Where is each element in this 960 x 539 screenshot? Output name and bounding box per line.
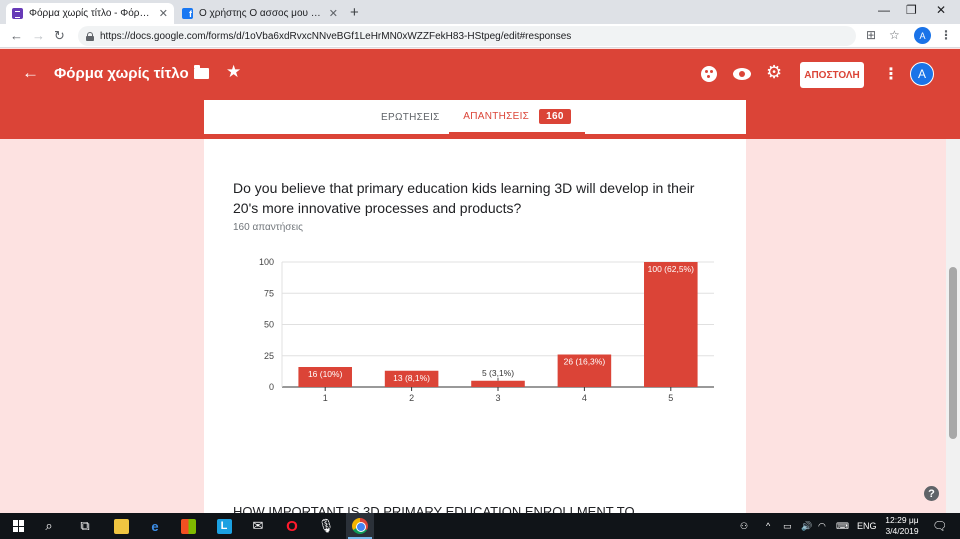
close-icon[interactable]: ✕	[329, 7, 338, 20]
form-title[interactable]: Φόρμα χωρίς τίτλο	[54, 65, 189, 82]
response-summary-card: Do you believe that primary education ki…	[204, 139, 746, 513]
browser-tab-facebook[interactable]: f Ο χρήστης Ο ασσος μου ♠ σάς έ ✕	[176, 3, 344, 24]
bar	[644, 262, 698, 387]
clock[interactable]: 12:29 μμ 3/4/2019	[880, 515, 924, 537]
arrow-back-icon[interactable]: ←	[22, 63, 39, 83]
google-forms-icon	[12, 8, 23, 19]
tab-responses-label: ΑΠΑΝΤΗΣΕΙΣ	[463, 110, 530, 122]
new-tab-button[interactable]: +	[350, 4, 359, 21]
battery-icon[interactable]: ▭	[783, 513, 792, 539]
bar	[471, 380, 525, 387]
close-icon[interactable]: ✕	[159, 7, 168, 20]
bookmark-star-icon[interactable]: ☆	[889, 28, 900, 42]
lock-icon	[86, 31, 94, 41]
scrollbar-thumb[interactable]	[949, 267, 957, 439]
x-tick-label: 4	[582, 393, 587, 403]
y-tick-label: 100	[259, 257, 274, 267]
taskbar-store[interactable]	[177, 513, 199, 539]
tab-responses[interactable]: ΑΠΑΝΤΗΣΕΙΣ 160	[449, 100, 585, 134]
url-text: https://docs.google.com/forms/d/1oVba6xd…	[100, 30, 572, 42]
palette-icon[interactable]	[701, 66, 717, 82]
tab-questions-label: ΕΡΩΤΗΣΕΙΣ	[381, 111, 440, 123]
language-indicator[interactable]: ENG	[857, 513, 877, 539]
answers-count: 160 απαντήσεις	[233, 222, 303, 233]
tab-questions[interactable]: ΕΡΩΤΗΣΕΙΣ	[381, 100, 440, 134]
start-button[interactable]	[8, 513, 30, 539]
browser-tab-label: Φόρμα χωρίς τίτλο - Φόρμες Go	[29, 8, 153, 19]
store-icon	[180, 518, 196, 534]
x-tick-label: 3	[495, 393, 500, 403]
search-button[interactable]: ⌕	[38, 513, 60, 539]
preview-eye-icon[interactable]	[733, 68, 751, 80]
back-icon[interactable]: ←	[10, 28, 23, 43]
browser-toolbar: ← → ↻ https://docs.google.com/forms/d/1o…	[0, 24, 960, 48]
clock-time: 12:29 μμ	[885, 515, 919, 525]
translate-icon[interactable]: ⊞	[866, 28, 876, 42]
folder-icon[interactable]	[194, 65, 209, 79]
minimize-icon[interactable]: —	[878, 3, 890, 17]
taskbar-chrome[interactable]	[346, 513, 374, 539]
wifi-icon[interactable]: ◠	[818, 513, 826, 539]
search-icon: ⌕	[45, 518, 53, 533]
close-window-icon[interactable]: ✕	[936, 3, 946, 17]
microphone-icon: 🎙	[317, 518, 335, 533]
keyboard-icon[interactable]: ⌨	[836, 513, 849, 539]
volume-icon[interactable]: 🔊	[801, 513, 812, 539]
forms-tabs: ΕΡΩΤΗΣΕΙΣ ΑΠΑΝΤΗΣΕΙΣ 160	[204, 100, 746, 134]
task-view-icon: ⧉	[80, 518, 90, 533]
restore-icon[interactable]: ❐	[906, 3, 917, 17]
x-tick-label: 2	[409, 393, 414, 403]
notifications-icon[interactable]: 🗨	[932, 513, 947, 539]
address-bar[interactable]: https://docs.google.com/forms/d/1oVba6xd…	[78, 26, 856, 46]
taskbar-file-explorer[interactable]	[110, 513, 132, 539]
page-scrollbar[interactable]	[946, 139, 960, 513]
browser-menu-icon[interactable]: ⋮	[940, 28, 952, 42]
taskbar-edge[interactable]: e	[144, 513, 166, 539]
response-count-badge: 160	[539, 108, 571, 124]
bar-chart: 0255075100 16 (10%) 13 (8,1%) 5 (3,1%)26 (…	[259, 257, 714, 403]
x-tick-label: 5	[668, 393, 673, 403]
people-icon[interactable]: ⚇	[740, 513, 748, 539]
help-icon[interactable]: ?	[924, 486, 939, 501]
data-label: 26 (16,3%)	[564, 357, 606, 367]
chevron-up-icon[interactable]: ^	[766, 513, 770, 539]
avatar[interactable]: A	[910, 62, 934, 86]
taskbar-opera[interactable]: O	[281, 513, 303, 539]
data-label: 13 (8,1%)	[393, 373, 430, 383]
next-question-title: HOW IMPORTANT IS 3D PRIMARY EDUCATION EN…	[233, 504, 635, 513]
chrome-icon	[352, 518, 368, 534]
taskbar-app-l[interactable]: L	[213, 513, 235, 539]
gear-icon[interactable]: ⚙	[766, 62, 782, 83]
taskbar-voice[interactable]: 🎙	[315, 513, 337, 539]
clock-date: 3/4/2019	[885, 526, 919, 536]
data-label: 100 (62,5%)	[648, 264, 694, 274]
y-tick-label: 0	[269, 382, 274, 392]
browser-profile-avatar[interactable]: A	[914, 27, 931, 44]
mail-icon: ✉	[252, 518, 264, 533]
taskbar-mail[interactable]: ✉	[247, 513, 269, 539]
windows-logo-icon	[13, 520, 25, 532]
y-tick-label: 50	[264, 320, 274, 330]
x-tick-label: 1	[323, 393, 328, 403]
browser-tab-forms[interactable]: Φόρμα χωρίς τίτλο - Φόρμες Go ✕	[6, 3, 174, 24]
reload-icon[interactable]: ↻	[54, 28, 65, 44]
edge-icon: e	[151, 518, 159, 534]
browser-tab-strip: Φόρμα χωρίς τίτλο - Φόρμες Go ✕ f Ο χρήσ…	[0, 0, 960, 24]
forward-icon[interactable]: →	[32, 28, 45, 43]
send-button[interactable]: ΑΠΟΣΤΟΛΗ	[800, 62, 864, 88]
opera-icon: O	[286, 517, 298, 535]
browser-tab-label: Ο χρήστης Ο ασσος μου ♠ σάς έ	[199, 8, 323, 19]
windows-taskbar: ⌕ ⧉ e L ✉ O 🎙 ⚇ ^ ▭ 🔊 ◠ ⌨ ENG 12:29 μμ 3…	[0, 513, 960, 539]
folder-icon	[113, 518, 129, 534]
data-label: 5 (3,1%)	[482, 368, 514, 378]
y-tick-label: 75	[264, 288, 274, 298]
data-label: 16 (10%)	[308, 369, 343, 379]
question-title: Do you believe that primary education ki…	[233, 180, 695, 216]
more-vert-icon[interactable]: ⋮	[883, 64, 899, 84]
y-tick-label: 25	[264, 351, 274, 361]
task-view-button[interactable]: ⧉	[74, 513, 96, 539]
app-l-icon: L	[216, 518, 232, 534]
facebook-icon: f	[182, 8, 193, 19]
star-icon[interactable]: ★	[226, 62, 241, 82]
